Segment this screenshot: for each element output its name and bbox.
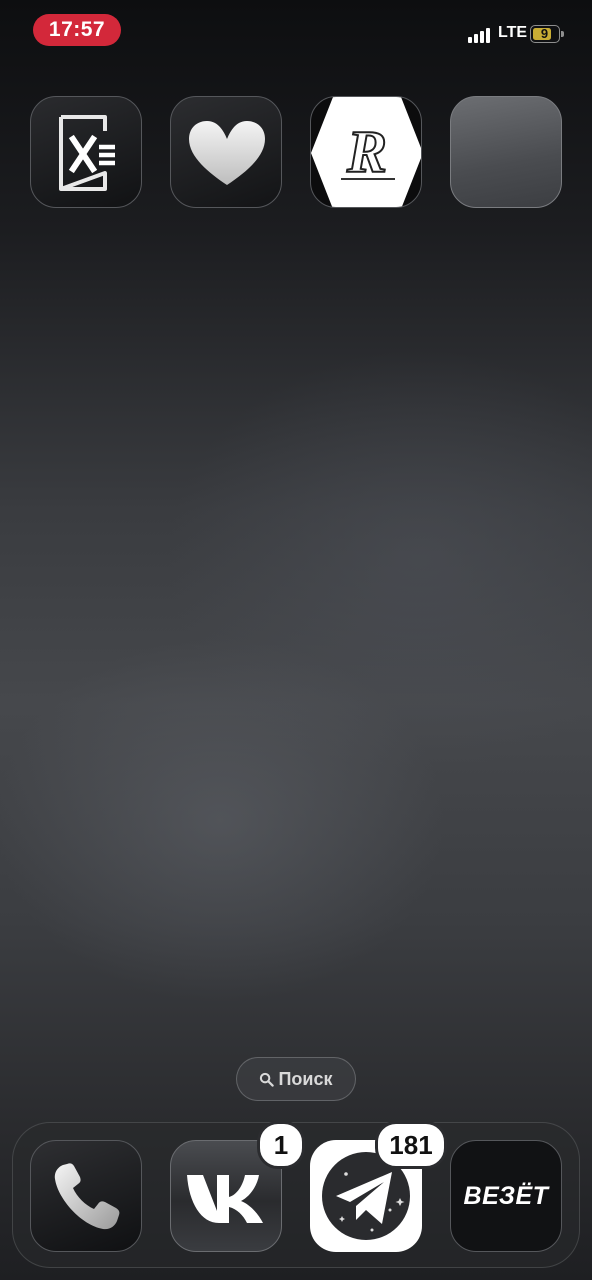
battery-icon: 9 [530,25,560,43]
network-type: LTE [498,24,528,41]
app-blank[interactable] [450,96,562,208]
status-bar: 17:57 LTE 9 [0,0,592,60]
svg-text:R: R [346,119,387,185]
app-formula-x[interactable] [30,96,142,208]
search-label: Поиск [278,1069,333,1089]
battery-level: 9 [540,26,549,41]
phone-icon [54,1163,120,1230]
app-heart[interactable] [170,96,282,208]
heart-icon [189,121,265,185]
dock-vezet[interactable]: ВЕЗЁТ [450,1140,562,1252]
signal-icon [468,27,492,43]
telegram-notification-badge: 181 [375,1121,447,1169]
app-r[interactable]: R [310,96,422,208]
r-logo-icon: R [311,97,421,207]
vk-notification-badge: 1 [257,1121,305,1169]
battery-cap [561,31,564,37]
search-icon [260,1072,275,1087]
status-time[interactable]: 17:57 [33,14,121,46]
formula-x-icon [59,115,115,191]
dock-phone[interactable] [30,1140,142,1252]
search-button[interactable]: Поиск [236,1057,356,1101]
vezet-icon: ВЕЗЁТ [463,1182,549,1210]
